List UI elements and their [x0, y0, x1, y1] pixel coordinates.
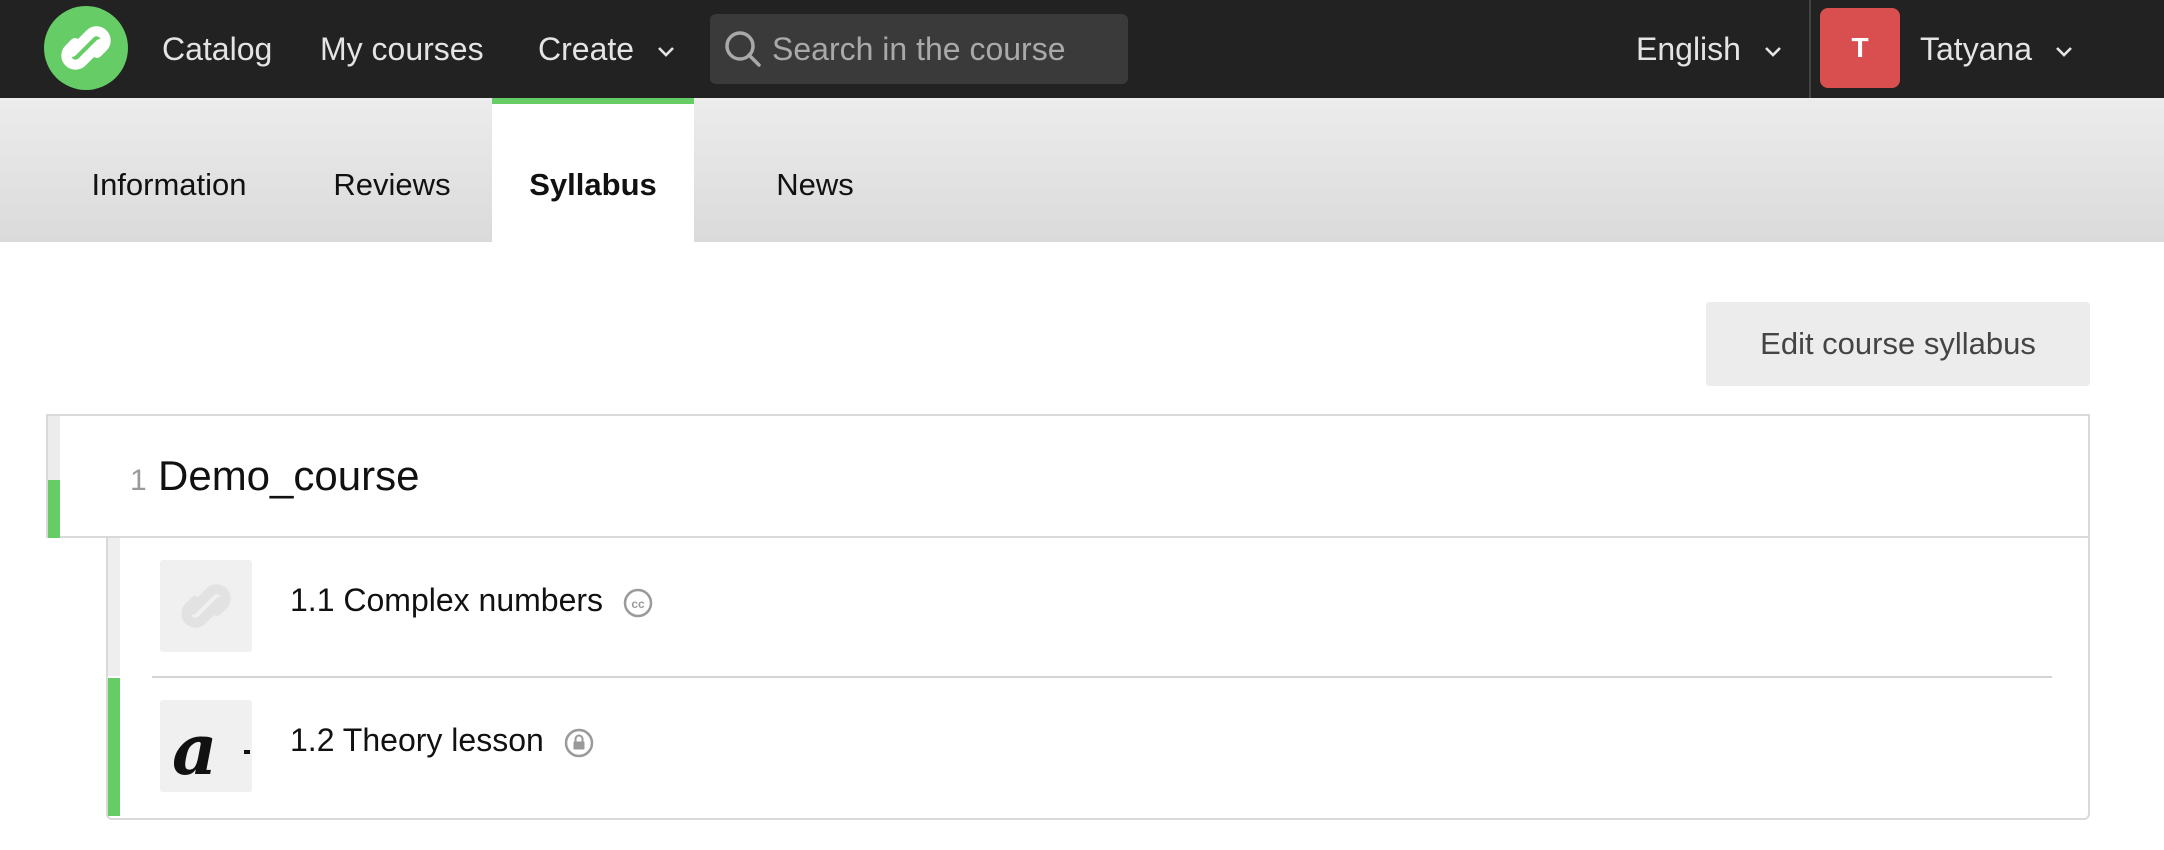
stepik-logo-icon [181, 584, 231, 628]
lesson-progress-indicator [108, 678, 120, 816]
module-section: 1 Demo_course [46, 414, 2090, 538]
language-selector[interactable]: English [1636, 26, 1782, 72]
tab-syllabus[interactable]: Syllabus [492, 98, 694, 242]
tab-information[interactable]: Information [56, 98, 282, 242]
nav-create-menu[interactable]: Create [538, 26, 675, 72]
nav-catalog-link[interactable]: Catalog [162, 26, 272, 72]
search-icon [725, 31, 761, 67]
search-input[interactable] [772, 14, 1112, 84]
list-item[interactable]: a 1.2 Theory lesson [108, 678, 2088, 816]
nav-create-label: Create [538, 31, 635, 67]
lesson-list: 1.1 Complex numbers cc a 1.2 Theory less… [106, 538, 2090, 820]
avatar[interactable]: T [1820, 8, 1900, 88]
tab-reviews[interactable]: Reviews [310, 98, 474, 242]
section-title[interactable]: Demo_course [158, 452, 419, 500]
user-menu[interactable]: Tatyana [1920, 26, 2073, 72]
nav-my-courses-link[interactable]: My courses [320, 26, 484, 72]
list-item[interactable]: 1.1 Complex numbers cc [108, 538, 2088, 678]
lesson-title[interactable]: 1.1 Complex numbers [290, 582, 603, 618]
chevron-down-icon [658, 46, 674, 57]
top-navigation-bar: Catalog My courses Create English T Taty… [0, 0, 2164, 98]
edit-course-syllabus-button[interactable]: Edit course syllabus [1706, 302, 2090, 386]
lesson-title-row: 1.2 Theory lesson [290, 722, 595, 759]
chevron-down-icon [2056, 46, 2072, 57]
lock-icon [564, 728, 593, 757]
lesson-thumbnail: a [160, 700, 252, 792]
user-name: Tatyana [1920, 31, 2033, 67]
lesson-title-row: 1.1 Complex numbers cc [290, 582, 654, 619]
section-number: 1 [130, 464, 147, 497]
course-tabs: Information Reviews Syllabus News [0, 98, 2164, 242]
language-label: English [1636, 31, 1741, 67]
svg-text:a: a [172, 708, 217, 791]
creative-commons-icon: cc [623, 588, 653, 617]
section-progress-indicator [48, 480, 60, 538]
lesson-progress-indicator [108, 538, 120, 676]
nav-divider [1809, 0, 1811, 98]
tab-news[interactable]: News [740, 98, 890, 242]
letter-a-icon: a [172, 708, 250, 791]
stepik-logo-icon[interactable] [44, 6, 128, 90]
lesson-title[interactable]: 1.2 Theory lesson [290, 722, 544, 758]
lesson-thumbnail [160, 560, 252, 652]
svg-text:cc: cc [631, 597, 645, 611]
chevron-down-icon [1764, 46, 1781, 57]
course-search-box [710, 14, 1128, 84]
section-progress-track [48, 416, 60, 480]
